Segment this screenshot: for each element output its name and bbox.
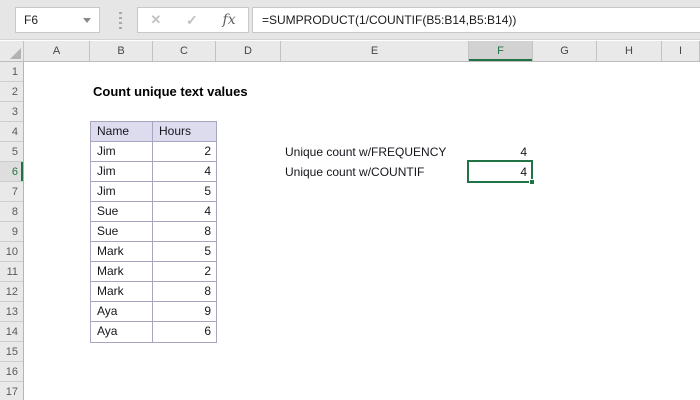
select-all-button[interactable] bbox=[0, 41, 24, 61]
cell-B10[interactable]: Mark bbox=[91, 242, 153, 262]
table-row: Jim4 bbox=[91, 162, 216, 182]
cell-B7[interactable]: Jim bbox=[91, 182, 153, 202]
cell-C8[interactable]: 4 bbox=[153, 202, 216, 222]
row-header-8[interactable]: 8 bbox=[0, 202, 23, 222]
cell-C4[interactable]: Hours bbox=[153, 122, 216, 142]
column-header-F[interactable]: F bbox=[469, 41, 533, 61]
table-row: Mark8 bbox=[91, 282, 216, 302]
row-header-17[interactable]: 17 bbox=[0, 382, 23, 400]
cell-C13[interactable]: 9 bbox=[153, 302, 216, 322]
cell-C9[interactable]: 8 bbox=[153, 222, 216, 242]
table-row: Sue4 bbox=[91, 202, 216, 222]
cell-B6[interactable]: Jim bbox=[91, 162, 153, 182]
row-header-9[interactable]: 9 bbox=[0, 222, 23, 242]
formula-text: =SUMPRODUCT(1/COUNTIF(B5:B14,B5:B14)) bbox=[253, 13, 516, 27]
cell-F5[interactable]: 4 bbox=[469, 142, 533, 162]
row-headers: 1234567891011121314151617 bbox=[0, 62, 24, 400]
enter-icon[interactable]: ✓ bbox=[186, 12, 198, 29]
table-row: Sue8 bbox=[91, 222, 216, 242]
column-header-A[interactable]: A bbox=[24, 41, 90, 61]
table-row: Jim5 bbox=[91, 182, 216, 202]
insert-function-icon[interactable]: fx bbox=[223, 12, 236, 28]
select-all-triangle-icon bbox=[10, 48, 21, 59]
column-header-B[interactable]: B bbox=[90, 41, 153, 61]
cancel-icon[interactable]: ✕ bbox=[150, 12, 161, 28]
table-row: Jim2 bbox=[91, 142, 216, 162]
cell-B11[interactable]: Mark bbox=[91, 262, 153, 282]
row-header-14[interactable]: 14 bbox=[0, 322, 23, 342]
cell-C12[interactable]: 8 bbox=[153, 282, 216, 302]
table-row: NameHours bbox=[91, 122, 216, 142]
row-header-1[interactable]: 1 bbox=[0, 62, 23, 82]
formula-bar-buttons: ✕ ✓ fx bbox=[137, 7, 249, 33]
formula-bar: F6 ✕ ✓ fx =SUMPRODUCT(1/COUNTIF(B5:B14,B… bbox=[0, 0, 700, 40]
cell-C7[interactable]: 5 bbox=[153, 182, 216, 202]
cell-C5[interactable]: 2 bbox=[153, 142, 216, 162]
column-header-I[interactable]: I bbox=[662, 41, 700, 61]
cell-B8[interactable]: Sue bbox=[91, 202, 153, 222]
excel-window: F6 ✕ ✓ fx =SUMPRODUCT(1/COUNTIF(B5:B14,B… bbox=[0, 0, 700, 400]
table-row: Mark2 bbox=[91, 262, 216, 282]
column-header-E[interactable]: E bbox=[281, 41, 469, 61]
name-box-dropdown-icon[interactable] bbox=[83, 18, 91, 23]
table-row: Mark5 bbox=[91, 242, 216, 262]
column-header-H[interactable]: H bbox=[597, 41, 662, 61]
row-header-12[interactable]: 12 bbox=[0, 282, 23, 302]
cell-C6[interactable]: 4 bbox=[153, 162, 216, 182]
row-header-13[interactable]: 13 bbox=[0, 302, 23, 322]
cell-B2-title[interactable]: Count unique text values bbox=[93, 82, 248, 102]
cell-C11[interactable]: 2 bbox=[153, 262, 216, 282]
table-row: Aya6 bbox=[91, 322, 216, 342]
name-box-value: F6 bbox=[16, 13, 83, 27]
row-header-3[interactable]: 3 bbox=[0, 102, 23, 122]
cell-B12[interactable]: Mark bbox=[91, 282, 153, 302]
row-header-4[interactable]: 4 bbox=[0, 122, 23, 142]
row-header-10[interactable]: 10 bbox=[0, 242, 23, 262]
column-header-C[interactable]: C bbox=[153, 41, 216, 61]
cell-E6[interactable]: Unique count w/COUNTIF bbox=[285, 162, 424, 182]
formula-bar-drag-handle[interactable] bbox=[119, 12, 122, 29]
row-header-6[interactable]: 6 bbox=[0, 162, 23, 182]
row-header-11[interactable]: 11 bbox=[0, 262, 23, 282]
column-headers: ABCDEFGHI bbox=[0, 41, 700, 62]
row-header-2[interactable]: 2 bbox=[0, 82, 23, 102]
cell-B9[interactable]: Sue bbox=[91, 222, 153, 242]
cell-F6[interactable]: 4 bbox=[469, 162, 533, 182]
cell-B13[interactable]: Aya bbox=[91, 302, 153, 322]
cell-E5[interactable]: Unique count w/FREQUENCY bbox=[285, 142, 446, 162]
column-header-D[interactable]: D bbox=[216, 41, 281, 61]
cell-B4[interactable]: Name bbox=[91, 122, 153, 142]
formula-input[interactable]: =SUMPRODUCT(1/COUNTIF(B5:B14,B5:B14)) bbox=[252, 7, 700, 33]
sheet-area: Count unique text values NameHoursJim2Ji… bbox=[25, 62, 700, 400]
cell-B14[interactable]: Aya bbox=[91, 322, 153, 342]
column-header-G[interactable]: G bbox=[533, 41, 597, 61]
table-row: Aya9 bbox=[91, 302, 216, 322]
cell-C10[interactable]: 5 bbox=[153, 242, 216, 262]
row-header-16[interactable]: 16 bbox=[0, 362, 23, 382]
row-header-7[interactable]: 7 bbox=[0, 182, 23, 202]
cell-C14[interactable]: 6 bbox=[153, 322, 216, 342]
row-header-15[interactable]: 15 bbox=[0, 342, 23, 362]
cell-B5[interactable]: Jim bbox=[91, 142, 153, 162]
data-table: NameHoursJim2Jim4Jim5Sue4Sue8Mark5Mark2M… bbox=[90, 121, 217, 343]
row-header-5[interactable]: 5 bbox=[0, 142, 23, 162]
name-box[interactable]: F6 bbox=[15, 7, 100, 33]
